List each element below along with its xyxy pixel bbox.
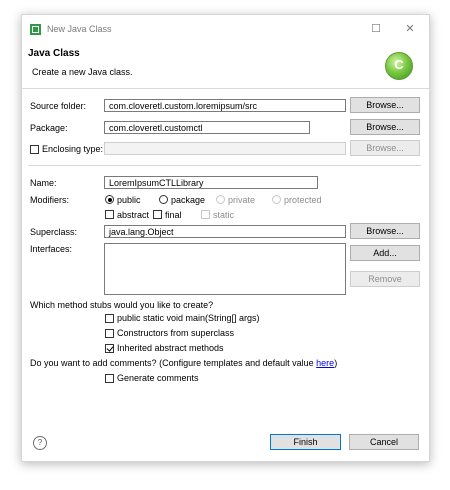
package-browse-button[interactable]: Browse... <box>350 119 420 135</box>
title-bar: New Java Class ☐ ✕ <box>22 15 429 45</box>
main-method-label: public static void main(String[] args) <box>117 313 260 323</box>
package-radio[interactable] <box>159 195 168 204</box>
generate-comments-label: Generate comments <box>117 373 199 383</box>
inherited-abstract-checkbox[interactable] <box>105 344 114 353</box>
superclass-browse-button[interactable]: Browse... <box>350 223 420 239</box>
source-folder-browse-button[interactable]: Browse... <box>350 97 420 113</box>
java-class-logo-icon: C <box>385 52 413 80</box>
banner-description: Create a new Java class. <box>32 67 133 77</box>
comments-question-end: ) <box>334 358 338 368</box>
superclass-input[interactable]: java.lang.Object <box>104 225 346 238</box>
private-radio[interactable] <box>216 195 225 204</box>
window-title: New Java Class <box>47 24 112 34</box>
comments-question: Do you want to add comments? (Configure … <box>30 358 337 368</box>
banner-title: Java Class <box>28 48 80 59</box>
static-label: static <box>213 210 235 220</box>
section-separator <box>28 165 421 166</box>
generate-comments-checkbox[interactable] <box>105 374 114 383</box>
private-label: private <box>228 195 256 205</box>
final-label: final <box>165 210 182 220</box>
final-checkbox[interactable] <box>153 210 162 219</box>
interfaces-label: Interfaces: <box>30 244 73 254</box>
inherited-abstract-label: Inherited abstract methods <box>117 343 224 353</box>
eclipse-window-icon <box>30 24 41 35</box>
logo-letter: C <box>394 57 404 72</box>
package-input[interactable]: com.cloveretl.customctl <box>104 121 310 134</box>
constructors-checkbox[interactable] <box>105 329 114 338</box>
new-java-class-dialog: New Java Class ☐ ✕ Java Class Create a n… <box>21 14 430 462</box>
source-folder-input[interactable]: com.cloveretl.custom.loremipsum/src <box>104 99 346 112</box>
help-icon[interactable]: ? <box>33 436 47 450</box>
source-folder-label: Source folder: <box>30 101 87 111</box>
superclass-label: Superclass: <box>30 227 78 237</box>
protected-radio[interactable] <box>272 195 281 204</box>
package-label: Package: <box>30 123 68 133</box>
comments-question-text: Do you want to add comments? (Configure … <box>30 358 317 368</box>
enclosing-type-browse-button[interactable]: Browse... <box>350 140 420 156</box>
abstract-label: abstract <box>117 210 150 220</box>
abstract-checkbox[interactable] <box>105 210 114 219</box>
remove-interface-button[interactable]: Remove <box>350 271 420 287</box>
name-label: Name: <box>30 178 57 188</box>
main-method-checkbox[interactable] <box>105 314 114 323</box>
public-label: public <box>117 195 141 205</box>
name-input[interactable]: LoremIpsumCTLLibrary <box>104 176 318 189</box>
finish-button[interactable]: Finish <box>270 434 341 450</box>
banner-separator <box>22 88 429 89</box>
constructors-label: Constructors from superclass <box>117 328 235 338</box>
package-modifier-label: package <box>171 195 206 205</box>
enclosing-type-checkbox[interactable] <box>30 145 39 154</box>
interfaces-list[interactable] <box>104 243 346 295</box>
add-interface-button[interactable]: Add... <box>350 245 420 261</box>
cancel-button[interactable]: Cancel <box>349 434 419 450</box>
method-stubs-question: Which method stubs would you like to cre… <box>30 300 214 310</box>
close-button[interactable]: ✕ <box>402 21 418 37</box>
enclosing-type-label: Enclosing type: <box>42 144 104 154</box>
static-checkbox[interactable] <box>201 210 210 219</box>
configure-templates-link[interactable]: here <box>316 358 334 368</box>
modifiers-label: Modifiers: <box>30 195 70 205</box>
protected-label: protected <box>284 195 322 205</box>
maximize-button[interactable]: ☐ <box>368 21 384 37</box>
public-radio[interactable] <box>105 195 114 204</box>
wizard-banner: Java Class Create a new Java class. C <box>22 45 429 102</box>
enclosing-type-input[interactable] <box>104 142 346 155</box>
